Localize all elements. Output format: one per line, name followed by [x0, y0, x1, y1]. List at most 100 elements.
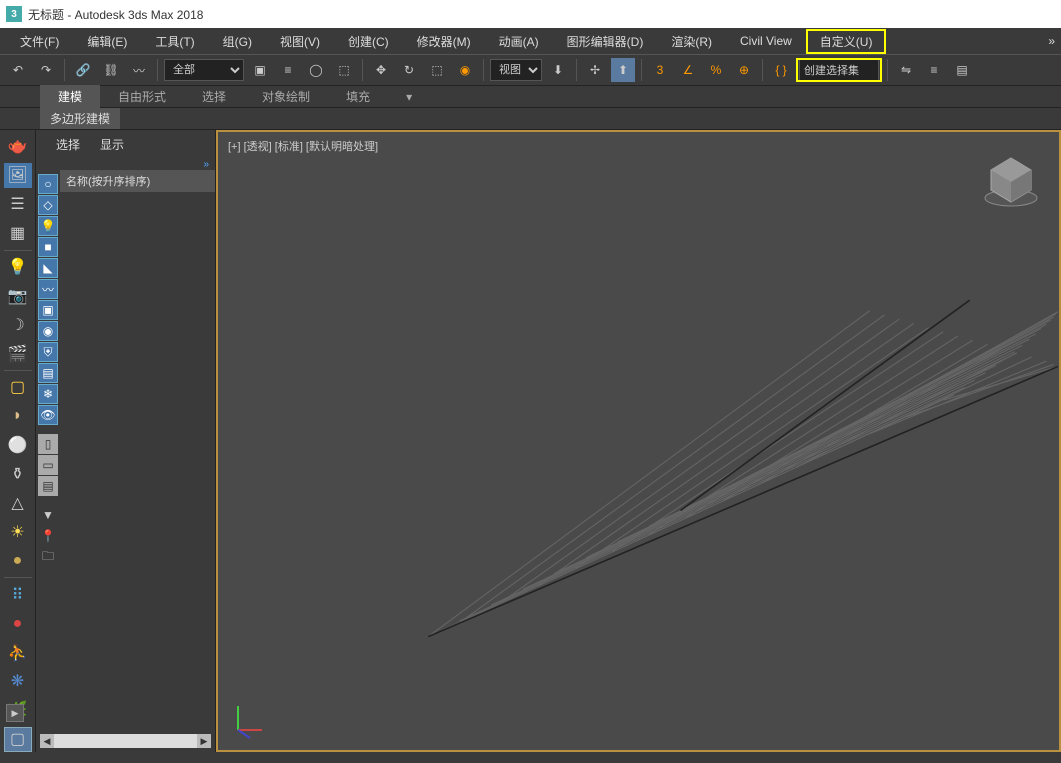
- menu-group[interactable]: 组(G): [209, 29, 266, 54]
- link-button[interactable]: 🔗: [71, 58, 95, 82]
- filter-geometry-icon[interactable]: ○: [38, 174, 58, 194]
- filter-pin-icon[interactable]: 📍: [38, 526, 58, 546]
- teapot-icon[interactable]: 🫖: [4, 134, 32, 159]
- filter-groups-icon[interactable]: ▣: [38, 300, 58, 320]
- scene-tab-display[interactable]: 显示: [100, 136, 124, 153]
- ribbon-tab-freeform[interactable]: 自由形式: [100, 85, 184, 108]
- menu-customize[interactable]: 自定义(U): [806, 29, 887, 54]
- filter-misc3-icon[interactable]: ▤: [38, 476, 58, 496]
- selected-box-icon[interactable]: ▢: [4, 727, 32, 752]
- list-icon[interactable]: ☰: [4, 192, 32, 217]
- red-sphere-icon[interactable]: ●: [4, 611, 32, 636]
- blue-sphere-icon[interactable]: ❋: [4, 669, 32, 694]
- mirror-button[interactable]: ⇋: [894, 58, 918, 82]
- sphere-white-icon[interactable]: ⚪: [4, 433, 32, 458]
- select-region-window-button[interactable]: ⬚: [332, 58, 356, 82]
- ribbon-tab-populate[interactable]: 填充: [328, 85, 388, 108]
- select-manipulate-button[interactable]: ✢: [583, 58, 607, 82]
- angle-snap-button[interactable]: ∠: [676, 58, 700, 82]
- menu-civil-view[interactable]: Civil View: [726, 30, 806, 52]
- ribbon-polygon-modeling[interactable]: 多边形建模: [40, 108, 120, 129]
- scroll-right-icon[interactable]: ▶: [197, 734, 211, 748]
- filter-helpers-icon[interactable]: ◣: [38, 258, 58, 278]
- scene-list-header[interactable]: 名称(按升序排序): [60, 170, 215, 192]
- viewport-perspective[interactable]: [+] [透视] [标准] [默认明暗处理]: [216, 130, 1061, 752]
- rotate-button[interactable]: ↻: [397, 58, 421, 82]
- menu-animation[interactable]: 动画(A): [485, 29, 553, 54]
- filter-bone-icon[interactable]: ⛨: [38, 342, 58, 362]
- viewcube[interactable]: [981, 150, 1041, 210]
- bind-spacewarp-button[interactable]: 〰: [127, 58, 151, 82]
- sphere-yellow-icon[interactable]: ●: [4, 548, 32, 573]
- menu-create[interactable]: 创建(C): [334, 29, 403, 54]
- scene-horizontal-scrollbar[interactable]: ◀ ▶: [40, 734, 211, 748]
- scale-button[interactable]: ⬚: [425, 58, 449, 82]
- selection-filter-select[interactable]: 全部: [164, 59, 244, 81]
- move-button[interactable]: ✥: [369, 58, 393, 82]
- filter-spacewarps-icon[interactable]: 〰: [38, 279, 58, 299]
- filter-lights-icon[interactable]: 💡: [38, 216, 58, 236]
- filter-hidden-icon[interactable]: 👁: [38, 405, 58, 425]
- menu-tools[interactable]: 工具(T): [141, 29, 208, 54]
- menu-view[interactable]: 视图(V): [266, 29, 334, 54]
- ribbon-tab-object-paint[interactable]: 对象绘制: [244, 85, 328, 108]
- undo-button[interactable]: ↶: [6, 58, 30, 82]
- menu-file[interactable]: 文件(F): [6, 29, 73, 54]
- menu-graph-editors[interactable]: 图形编辑器(D): [553, 29, 658, 54]
- select-region-rect-button[interactable]: ◯: [304, 58, 328, 82]
- filter-container-icon[interactable]: ▤: [38, 363, 58, 383]
- use-center-button[interactable]: ⬇: [546, 58, 570, 82]
- menu-edit[interactable]: 编辑(E): [73, 29, 141, 54]
- moon-icon[interactable]: ☽: [4, 312, 32, 337]
- camera-icon[interactable]: 📷: [4, 283, 32, 308]
- ribbon-tabs: 建模 自由形式 选择 对象绘制 填充 ▾: [0, 86, 1061, 108]
- select-object-button[interactable]: ▣: [248, 58, 272, 82]
- film-icon[interactable]: 🎬: [4, 341, 32, 366]
- reference-coord-select[interactable]: 视图: [490, 59, 542, 81]
- edit-named-selection-button[interactable]: { }: [769, 58, 793, 82]
- unlink-button[interactable]: ⛓: [99, 58, 123, 82]
- select-by-name-button[interactable]: ≡: [276, 58, 300, 82]
- dome-icon[interactable]: ◗: [4, 404, 32, 429]
- filter-folder-icon[interactable]: 🗀: [38, 547, 58, 567]
- window-icon[interactable]: ▢: [4, 375, 32, 400]
- scene-expand-icon[interactable]: »: [36, 159, 215, 170]
- named-selection-set-input[interactable]: [799, 59, 879, 81]
- ribbon-tab-selection[interactable]: 选择: [184, 85, 244, 108]
- scene-tab-select[interactable]: 选择: [56, 136, 80, 153]
- light-icon[interactable]: 💡: [4, 255, 32, 280]
- menu-bar: 文件(F) 编辑(E) 工具(T) 组(G) 视图(V) 创建(C) 修改器(M…: [0, 28, 1061, 54]
- calendar-icon[interactable]: ▦: [4, 221, 32, 246]
- filter-misc1-icon[interactable]: ▯: [38, 434, 58, 454]
- filter-frozen-icon[interactable]: ❄: [38, 384, 58, 404]
- person-icon[interactable]: ⛹: [4, 640, 32, 665]
- filter-shapes-icon[interactable]: ◇: [38, 195, 58, 215]
- snap-toggle-button[interactable]: 3: [648, 58, 672, 82]
- menu-rendering[interactable]: 渲染(R): [657, 29, 726, 54]
- title-bar: 3 无标题 - Autodesk 3ds Max 2018: [0, 0, 1061, 28]
- menu-expand[interactable]: »: [1048, 34, 1055, 48]
- align-button[interactable]: ≡: [922, 58, 946, 82]
- percent-snap-button[interactable]: %: [704, 58, 728, 82]
- ribbon-dropdown-icon[interactable]: ▾: [388, 87, 430, 107]
- sun-icon[interactable]: ☀: [4, 520, 32, 545]
- layer-button[interactable]: ▤: [950, 58, 974, 82]
- scene-list: 名称(按升序排序): [60, 170, 215, 734]
- filter-xrefs-icon[interactable]: ◉: [38, 321, 58, 341]
- image-icon[interactable]: 🖼: [4, 163, 32, 188]
- filter-funnel-icon[interactable]: ▼: [38, 505, 58, 525]
- main-toolbar: ↶ ↷ 🔗 ⛓ 〰 全部 ▣ ≡ ◯ ⬚ ✥ ↻ ⬚ ◉ 视图 ⬇ ✢ ⬆ 3 …: [0, 54, 1061, 86]
- spinner-snap-button[interactable]: ⊕: [732, 58, 756, 82]
- play-icon[interactable]: ▶: [6, 704, 24, 722]
- menu-modifiers[interactable]: 修改器(M): [403, 29, 485, 54]
- filter-cameras-icon[interactable]: ■: [38, 237, 58, 257]
- cone-icon[interactable]: △: [4, 491, 32, 516]
- particles-icon[interactable]: ⠿: [4, 582, 32, 607]
- ribbon-tab-modeling[interactable]: 建模: [40, 85, 100, 108]
- keyboard-shortcut-button[interactable]: ⬆: [611, 58, 635, 82]
- filter-misc2-icon[interactable]: ▭: [38, 455, 58, 475]
- redo-button[interactable]: ↷: [34, 58, 58, 82]
- placement-button[interactable]: ◉: [453, 58, 477, 82]
- pot-icon[interactable]: ⚱: [4, 462, 32, 487]
- scroll-left-icon[interactable]: ◀: [40, 734, 54, 748]
